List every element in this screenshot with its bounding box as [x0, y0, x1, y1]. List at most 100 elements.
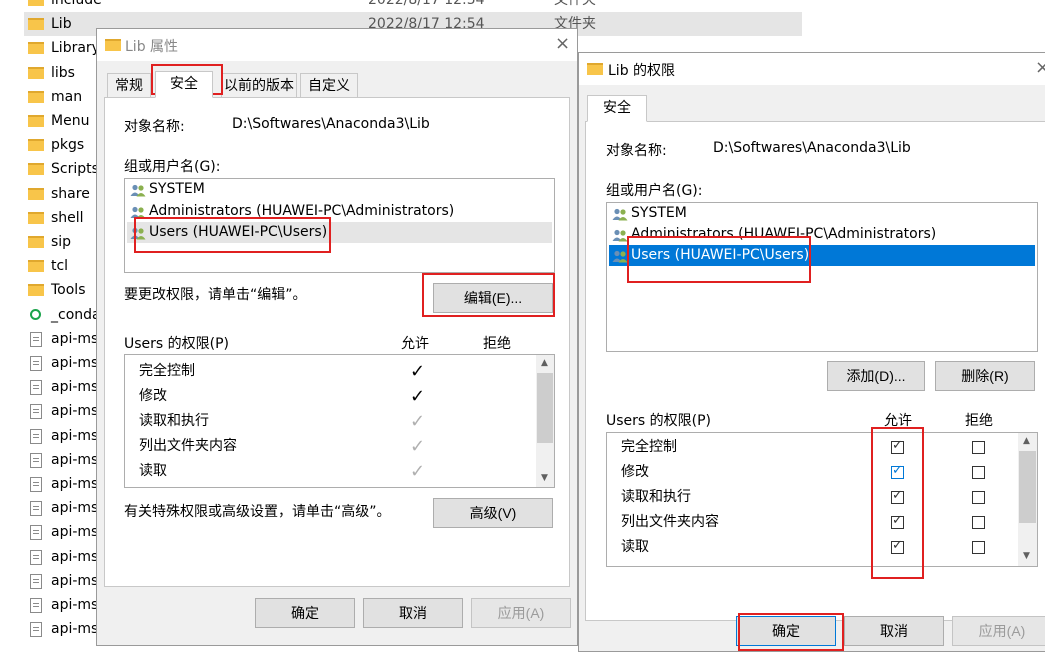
security-panel: 对象名称: D:\Softwares\Anaconda3\Lib 组或用户名(G…	[104, 97, 570, 587]
deny-read-checkbox[interactable]	[972, 541, 985, 554]
deny-list-folder-checkbox[interactable]	[972, 516, 985, 529]
tab-security[interactable]: 安全	[155, 71, 213, 98]
file-name: api-ms	[51, 355, 99, 371]
tab-previous-versions[interactable]: 以前的版本	[221, 73, 297, 97]
file-name: api-ms	[51, 524, 99, 541]
file-name: api-ms	[51, 403, 99, 420]
remove-button[interactable]: 删除(R)	[935, 361, 1035, 391]
folder-icon	[587, 63, 603, 75]
properties-dialog: Lib 属性 × 常规 安全 以前的版本 自定义 对象名称: D:\Softwa…	[96, 28, 578, 646]
deny-full-control-checkbox[interactable]	[972, 441, 985, 454]
close-icon[interactable]: ×	[1035, 59, 1045, 77]
deny-modify-checkbox[interactable]	[972, 466, 985, 479]
user-group-icon	[612, 228, 628, 242]
permission-list-folder: 列出文件夹内容	[621, 514, 719, 530]
properties-titlebar: Lib 属性 ×	[97, 29, 577, 61]
check-icon: ✓	[410, 386, 426, 407]
file-name: api-ms	[51, 597, 99, 613]
file-name: tcl	[51, 258, 69, 275]
permission-full-control: 完全控制	[621, 439, 677, 455]
scroll-thumb[interactable]	[1019, 451, 1036, 523]
deny-read-execute-checkbox[interactable]	[972, 491, 985, 504]
group-item-administrators[interactable]: Administrators (HUAWEI-PC\Administrators…	[127, 201, 552, 222]
folder-icon	[28, 18, 44, 31]
file-icon	[30, 477, 42, 492]
tab-custom[interactable]: 自定义	[300, 73, 358, 97]
permission-read: 读取	[139, 463, 167, 479]
groups-listbox[interactable]: SYSTEM Administrators (HUAWEI-PC\Adminis…	[124, 178, 555, 273]
advanced-button[interactable]: 高级(V)	[433, 498, 553, 528]
permission-modify: 修改	[621, 464, 649, 480]
groups-label: 组或用户名(G):	[124, 159, 221, 175]
allow-read-checkbox[interactable]	[891, 538, 904, 554]
allow-modify-checkbox[interactable]	[891, 463, 904, 479]
file-name: Library	[51, 40, 100, 57]
cancel-button[interactable]: 取消	[844, 616, 944, 646]
file-icon	[30, 380, 42, 396]
deny-header: 拒绝	[483, 336, 511, 352]
scroll-up-icon[interactable]: ▲	[536, 358, 553, 368]
permission-list-folder: 列出文件夹内容	[139, 438, 237, 454]
file-name: _conda	[51, 306, 101, 323]
scroll-thumb[interactable]	[537, 373, 553, 443]
permissions-dialog: Lib 的权限 × 安全 对象名称: D:\Softwares\Anaconda…	[578, 52, 1045, 652]
tab-general[interactable]: 常规	[107, 73, 151, 97]
allow-read-execute-checkbox[interactable]	[891, 488, 904, 504]
apply-button[interactable]: 应用(A)	[952, 616, 1045, 646]
group-item-system[interactable]: SYSTEM	[609, 203, 1035, 224]
group-item-users[interactable]: Users (HUAWEI-PC\Users)	[609, 245, 1035, 266]
scroll-down-icon[interactable]: ▼	[536, 473, 553, 483]
file-icon	[30, 501, 42, 517]
close-icon[interactable]: ×	[555, 35, 570, 53]
user-group-icon	[130, 205, 146, 219]
ok-button[interactable]: 确定	[255, 598, 355, 628]
file-name: shell	[51, 209, 84, 226]
group-item-users[interactable]: Users (HUAWEI-PC\Users)	[127, 222, 552, 243]
folder-icon	[28, 211, 44, 224]
scroll-down-icon[interactable]: ▼	[1018, 551, 1035, 561]
group-item-administrators[interactable]: Administrators (HUAWEI-PC\Administrators…	[609, 224, 1035, 245]
file-name: man	[51, 88, 83, 105]
file-icon	[30, 525, 42, 541]
file-name: Lib	[51, 16, 72, 33]
deny-header: 拒绝	[965, 413, 993, 429]
apply-button[interactable]: 应用(A)	[471, 598, 571, 628]
check-icon: ✓	[410, 461, 426, 482]
file-name: api-ms	[51, 572, 99, 589]
file-icon	[30, 331, 42, 347]
permissions-title-text: Lib 的权限	[608, 63, 676, 79]
groups-listbox[interactable]: SYSTEM Administrators (HUAWEI-PC\Adminis…	[606, 202, 1038, 352]
permissions-titlebar: Lib 的权限 ×	[579, 53, 1045, 85]
allow-list-folder-checkbox[interactable]	[891, 513, 904, 529]
permissions-scrollbar[interactable]: ▲ ▼	[536, 355, 554, 487]
scroll-up-icon[interactable]: ▲	[1018, 436, 1035, 446]
check-icon: ✓	[410, 361, 426, 382]
permissions-title: Users 的权限(P)	[606, 413, 712, 429]
allow-full-control-checkbox[interactable]	[891, 438, 904, 454]
file-type: 文件夹	[554, 0, 596, 8]
file-name: Tools	[51, 282, 86, 299]
file-icon	[30, 356, 42, 371]
folder-icon	[28, 0, 44, 6]
file-row[interactable]: include 2022/8/17 12:54 文件夹	[24, 0, 802, 12]
groups-label: 组或用户名(G):	[606, 183, 703, 199]
file-name: sip	[51, 234, 72, 250]
file-name: api-ms	[51, 427, 99, 444]
group-item-system[interactable]: SYSTEM	[127, 179, 552, 200]
file-name: pkgs	[51, 137, 85, 154]
user-group-icon	[130, 183, 146, 197]
permissions-panel: 对象名称: D:\Softwares\Anaconda3\Lib 组或用户名(G…	[585, 121, 1045, 621]
permission-read-execute: 读取和执行	[621, 489, 691, 505]
file-name: include	[51, 0, 102, 8]
file-name: Scripts	[51, 161, 99, 178]
add-button[interactable]: 添加(D)...	[827, 361, 925, 391]
permission-read: 读取	[621, 539, 649, 555]
edit-button[interactable]: 编辑(E)...	[433, 283, 553, 313]
allow-header: 允许	[401, 336, 429, 352]
tab-security[interactable]: 安全	[587, 95, 647, 122]
permissions-list: 完全控制 修改 读取和执行 列出文件夹内容 读取 ▲ ▼	[606, 432, 1038, 567]
permissions-scrollbar[interactable]: ▲ ▼	[1018, 433, 1037, 566]
ok-button[interactable]: 确定	[736, 616, 836, 646]
file-name: Menu	[51, 113, 90, 129]
cancel-button[interactable]: 取消	[363, 598, 463, 628]
